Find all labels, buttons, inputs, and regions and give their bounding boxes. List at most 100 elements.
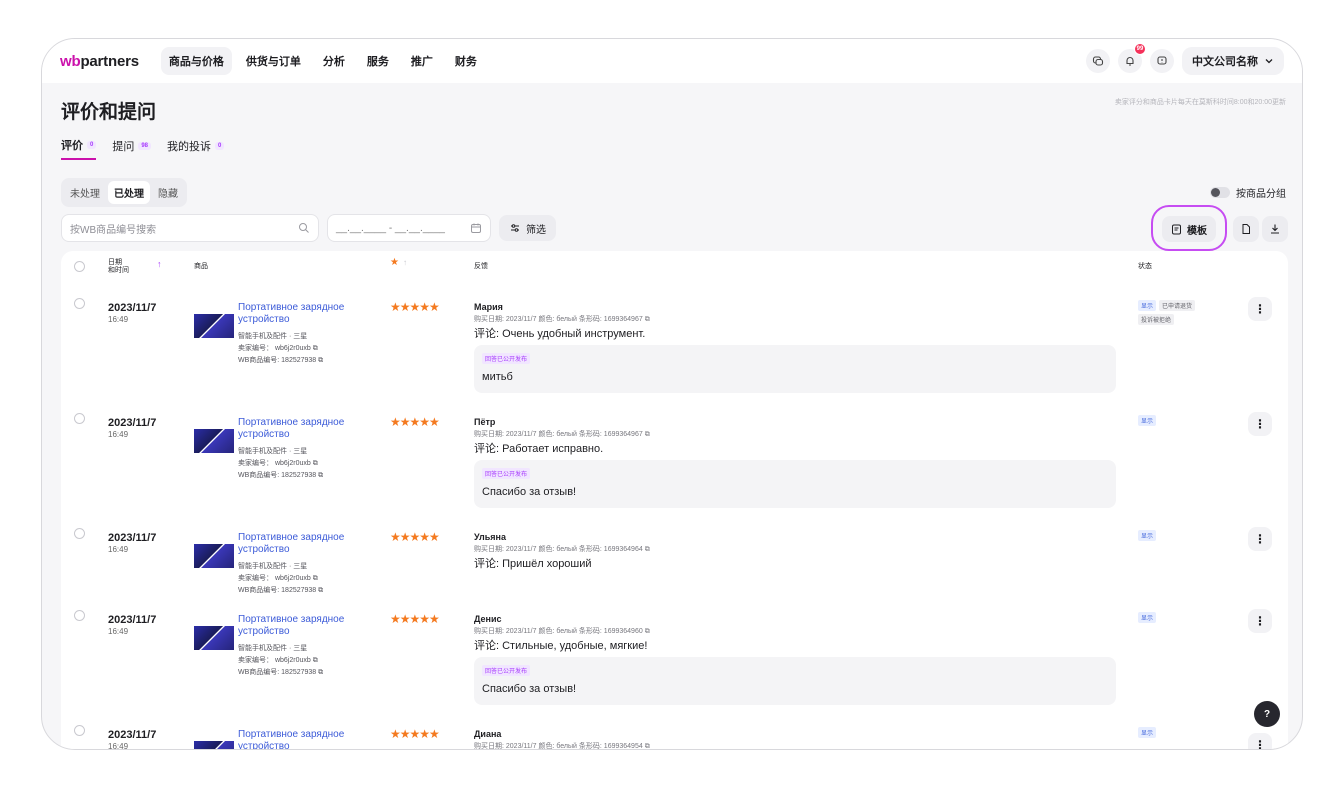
nav-services[interactable]: 服务 xyxy=(359,47,397,75)
review-author: Денис xyxy=(474,614,502,624)
product-name-link[interactable]: Портативное зарядное устройство xyxy=(238,302,358,326)
sort-arrow-icon[interactable]: ↑ xyxy=(157,259,162,269)
product-thumbnail[interactable] xyxy=(194,626,234,650)
date-range-input[interactable]: __.__.____ - __.__.____ xyxy=(327,214,491,242)
copy-icon[interactable]: ⧉ xyxy=(318,587,323,594)
template-button[interactable]: 模板 xyxy=(1162,216,1216,242)
filter-button[interactable]: 筛选 xyxy=(499,215,556,241)
nav-promotion[interactable]: 推广 xyxy=(403,47,441,75)
toggle-switch[interactable] xyxy=(1210,187,1230,198)
reply-box[interactable]: 回答已公开发布 митьб xyxy=(474,345,1116,393)
search-input[interactable]: 按WB商品编号搜索 xyxy=(61,214,319,242)
copy-icon[interactable]: ⧉ xyxy=(645,431,650,438)
update-note: 卖家评分和商品卡片每天在莫斯科时间8:00和20:00更新 xyxy=(1114,99,1286,106)
wb-sku-text: WB商品编号: 182527938 xyxy=(238,472,317,479)
row-checkbox[interactable] xyxy=(74,725,85,736)
row-checkbox[interactable] xyxy=(74,528,85,539)
copy-icon[interactable]: ⧉ xyxy=(313,345,318,352)
reply-box[interactable]: 回答已公开发布 Спасибо за отзыв! xyxy=(474,657,1116,705)
logo-wb: wb xyxy=(60,52,81,70)
rating-sort-arrow-icon: ↑ xyxy=(402,258,407,267)
more-options-icon[interactable]: ⋮ xyxy=(1248,733,1272,749)
product-name-link[interactable]: Портативное зарядное устройство xyxy=(238,614,358,638)
company-selector[interactable]: 中文公司名称 xyxy=(1182,47,1284,75)
group-by-product-toggle[interactable]: 按商品分组 xyxy=(1210,185,1286,200)
table-row[interactable]: 2023/11/7 16:49 Портативное зарядное уст… xyxy=(61,721,1288,749)
row-date: 2023/11/7 xyxy=(108,532,157,544)
nav-products-prices[interactable]: 商品与价格 xyxy=(160,47,232,75)
row-checkbox[interactable] xyxy=(74,413,85,424)
download-button[interactable] xyxy=(1262,216,1288,242)
copy-icon[interactable]: ⧉ xyxy=(645,546,650,553)
copy-icon[interactable]: ⧉ xyxy=(313,657,318,664)
copy-icon[interactable]: ⧉ xyxy=(318,669,323,676)
product-thumbnail[interactable] xyxy=(194,314,234,338)
reply-text: митьб xyxy=(482,371,513,383)
tab-questions[interactable]: 提问 98 xyxy=(112,137,152,160)
table-row[interactable]: 2023/11/7 16:49 Портативное зарядное уст… xyxy=(61,606,1288,716)
more-options-icon[interactable]: ⋮ xyxy=(1248,297,1272,321)
copy-icon[interactable]: ⧉ xyxy=(645,743,650,749)
review-author: Диана xyxy=(474,729,502,739)
segment-hidden[interactable]: 隐藏 xyxy=(152,181,184,204)
review-meta: 购买日期: 2023/11/7 颜色: белый 条形码: 169936496… xyxy=(474,544,650,554)
bell-icon[interactable]: 99 xyxy=(1118,43,1146,73)
column-date[interactable]: 日期 和时间 xyxy=(108,259,129,275)
segment-unprocessed[interactable]: 未处理 xyxy=(64,181,106,204)
feedback-icon[interactable] xyxy=(1150,49,1174,73)
rating-stars: ★★★★★ xyxy=(390,415,440,429)
copy-icon[interactable]: ⧉ xyxy=(645,628,650,635)
column-rating-star-icon[interactable]: ★ ↑ xyxy=(390,257,407,268)
tab-count: 0 xyxy=(87,141,97,149)
filter-icon xyxy=(511,224,519,232)
select-all-checkbox[interactable] xyxy=(74,261,85,272)
table-row[interactable]: 2023/11/7 16:49 Портативное зарядное уст… xyxy=(61,294,1288,404)
product-thumbnail[interactable] xyxy=(194,544,234,568)
column-date-label: 日期 xyxy=(108,259,122,266)
product-thumbnail[interactable] xyxy=(194,429,234,453)
rating-stars: ★★★★★ xyxy=(390,300,440,314)
status-badge: 已申请退货 xyxy=(1159,300,1196,311)
product-thumbnail[interactable] xyxy=(194,741,234,749)
export-file-button[interactable] xyxy=(1233,216,1259,242)
nav-analytics[interactable]: 分析 xyxy=(315,47,353,75)
tab-reviews[interactable]: 评价 0 xyxy=(61,137,97,160)
nav-supply-orders[interactable]: 供货与订单 xyxy=(238,47,309,75)
review-meta: 购买日期: 2023/11/7 颜色: белый 条形码: 169936496… xyxy=(474,429,650,439)
table-row[interactable]: 2023/11/7 16:49 Портативное зарядное уст… xyxy=(61,524,1288,604)
copy-icon[interactable]: ⧉ xyxy=(318,472,323,479)
copy-icon[interactable]: ⧉ xyxy=(313,575,318,582)
product-name-link[interactable]: Портативное зарядное устройство xyxy=(238,417,358,441)
product-category: 智能手机及配件 · 三星 xyxy=(238,563,308,570)
tab-my-complaints[interactable]: 我的投诉 0 xyxy=(167,137,225,160)
row-time: 16:49 xyxy=(108,627,129,636)
product-name-link[interactable]: Портативное зарядное устройство xyxy=(238,729,358,749)
more-options-icon[interactable]: ⋮ xyxy=(1248,609,1272,633)
status-badge: 显示 xyxy=(1138,727,1157,738)
more-options-icon[interactable]: ⋮ xyxy=(1248,412,1272,436)
table-row[interactable]: 2023/11/7 16:49 Портативное зарядное уст… xyxy=(61,409,1288,519)
row-checkbox[interactable] xyxy=(74,610,85,621)
chat-icon[interactable] xyxy=(1086,49,1110,73)
seller-sku-text: 卖家编号： wb6j2r0uxb xyxy=(238,575,311,582)
product-name-link[interactable]: Портативное зарядное устройство xyxy=(238,532,358,556)
calendar-icon[interactable] xyxy=(470,222,482,234)
status-badge: 显示 xyxy=(1138,612,1157,623)
seller-sku: 卖家编号： wb6j2r0uxb ⧉ xyxy=(238,655,318,665)
help-button[interactable]: ? xyxy=(1254,701,1280,727)
segment-processed[interactable]: 已处理 xyxy=(108,181,150,204)
more-options-icon[interactable]: ⋮ xyxy=(1248,527,1272,551)
copy-icon[interactable]: ⧉ xyxy=(313,460,318,467)
rating-stars: ★★★★★ xyxy=(390,530,440,544)
wb-sku-text: WB商品编号: 182527938 xyxy=(238,587,317,594)
wbpartners-logo[interactable]: wbpartners xyxy=(60,53,139,70)
row-checkbox[interactable] xyxy=(74,298,85,309)
tab-label: 评价 xyxy=(61,140,83,152)
reply-box[interactable]: 回答已公开发布 Спасибо за отзыв! xyxy=(474,460,1116,508)
copy-icon[interactable]: ⧉ xyxy=(645,316,650,323)
nav-finance[interactable]: 财务 xyxy=(447,47,485,75)
review-author: Ульяна xyxy=(474,532,506,542)
status-segment-control: 未处理 已处理 隐藏 xyxy=(61,178,187,207)
reply-published-tag: 回答已公开发布 xyxy=(482,665,531,676)
copy-icon[interactable]: ⧉ xyxy=(318,357,323,364)
